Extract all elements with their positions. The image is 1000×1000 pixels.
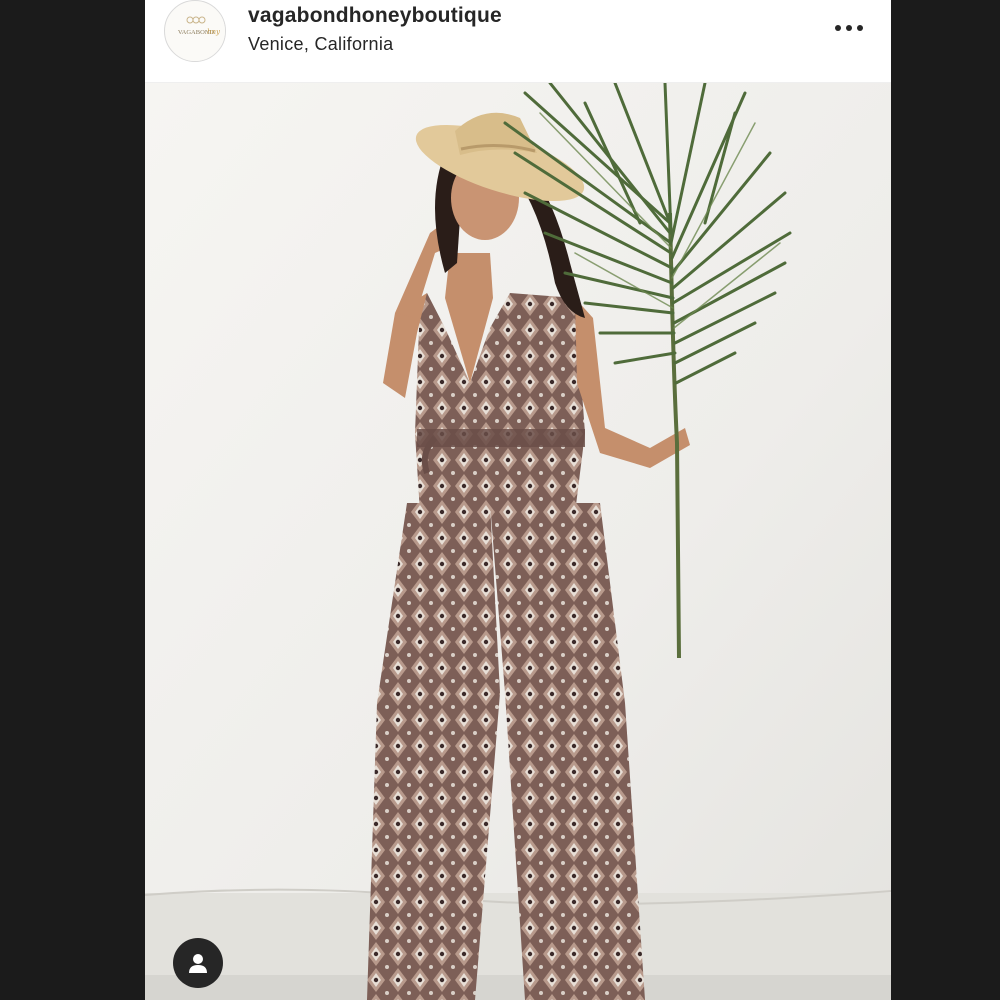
right-frame bbox=[891, 0, 1000, 1000]
tagged-users-button[interactable] bbox=[173, 938, 223, 988]
brand-logo-icon: VAGABOND hny bbox=[166, 2, 225, 61]
left-frame bbox=[0, 0, 145, 1000]
svg-text:hny: hny bbox=[207, 28, 221, 36]
post-header: VAGABOND hny vagabondhoneyboutique Venic… bbox=[145, 0, 891, 83]
photo-image bbox=[145, 83, 891, 1000]
instagram-post: VAGABOND hny vagabondhoneyboutique Venic… bbox=[145, 0, 891, 1000]
avatar[interactable]: VAGABOND hny bbox=[164, 0, 226, 62]
location-link[interactable]: Venice, California bbox=[248, 34, 393, 55]
user-tag-icon bbox=[189, 954, 207, 973]
username-link[interactable]: vagabondhoneyboutique bbox=[248, 4, 502, 28]
more-options-button[interactable] bbox=[829, 14, 869, 42]
post-photo[interactable] bbox=[145, 83, 891, 1000]
more-horizontal-icon bbox=[835, 25, 863, 31]
